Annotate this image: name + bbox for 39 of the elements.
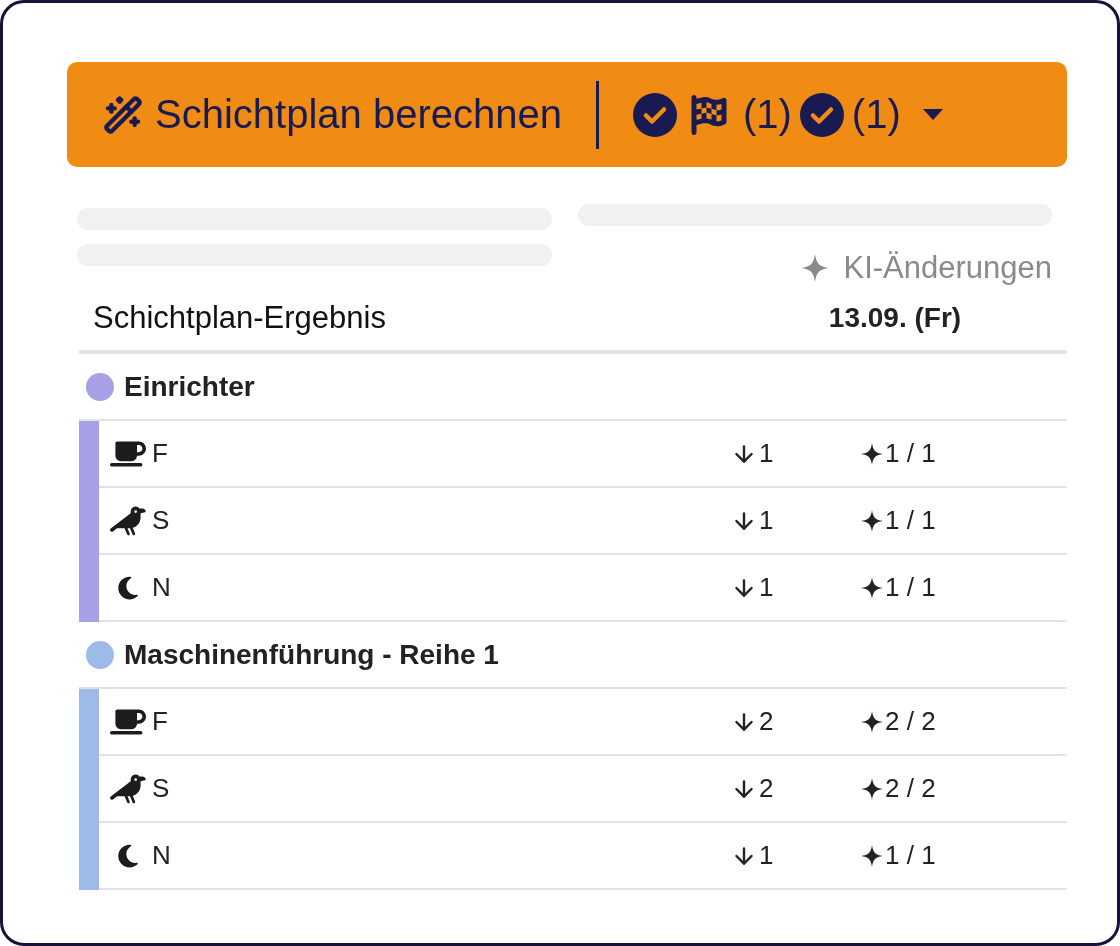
demand-count: 2 [759, 773, 774, 804]
assigned-count: 2 / 2 [885, 706, 936, 737]
table-title: Schichtplan-Ergebnis [93, 300, 387, 336]
date-header: 13.09. (Fr) [828, 302, 962, 334]
shift-label: F [152, 438, 168, 469]
magic-wand-icon [103, 94, 143, 135]
sparkle-icon [861, 509, 883, 532]
shift-label: N [152, 572, 171, 603]
shift-label: F [152, 706, 168, 737]
demand-count: 1 [759, 438, 774, 469]
caret-icon [922, 109, 943, 120]
shift-label: S [152, 505, 170, 536]
shift-label: N [152, 840, 171, 871]
sparkle-icon [861, 710, 883, 733]
status-dropdown-button[interactable]: (1) (1) [632, 82, 943, 147]
assigned-count: 1 / 1 [885, 505, 936, 536]
group-name: Einrichter [124, 370, 255, 403]
demand-count: 1 [759, 572, 774, 603]
sparkle-icon [861, 442, 883, 465]
demand-count: 2 [759, 706, 774, 737]
sparkle-icon [861, 844, 883, 867]
shift-label: S [152, 773, 170, 804]
moon-icon [115, 574, 141, 601]
sparkle-icon [861, 777, 883, 800]
assigned-count: 1 / 1 [885, 840, 936, 871]
group-name: Maschinenführung - Reihe 1 [124, 638, 499, 671]
check-circle-icon [632, 92, 677, 137]
sparkle-icon [801, 254, 830, 282]
assigned-count: 1 / 1 [885, 572, 936, 603]
check-circle-icon [799, 92, 844, 137]
demand-count: 1 [759, 840, 774, 871]
assigned-count: 1 / 1 [885, 438, 936, 469]
assigned-count: 2 / 2 [885, 773, 936, 804]
checkered-flag-icon [688, 94, 729, 135]
ai-changes-label: KI-Änderungen [801, 250, 1052, 286]
sparkle-icon [861, 576, 883, 599]
compute-button[interactable]: Schichtplan berechnen [103, 82, 562, 147]
demand-count: 1 [759, 505, 774, 536]
moon-icon [115, 842, 141, 869]
